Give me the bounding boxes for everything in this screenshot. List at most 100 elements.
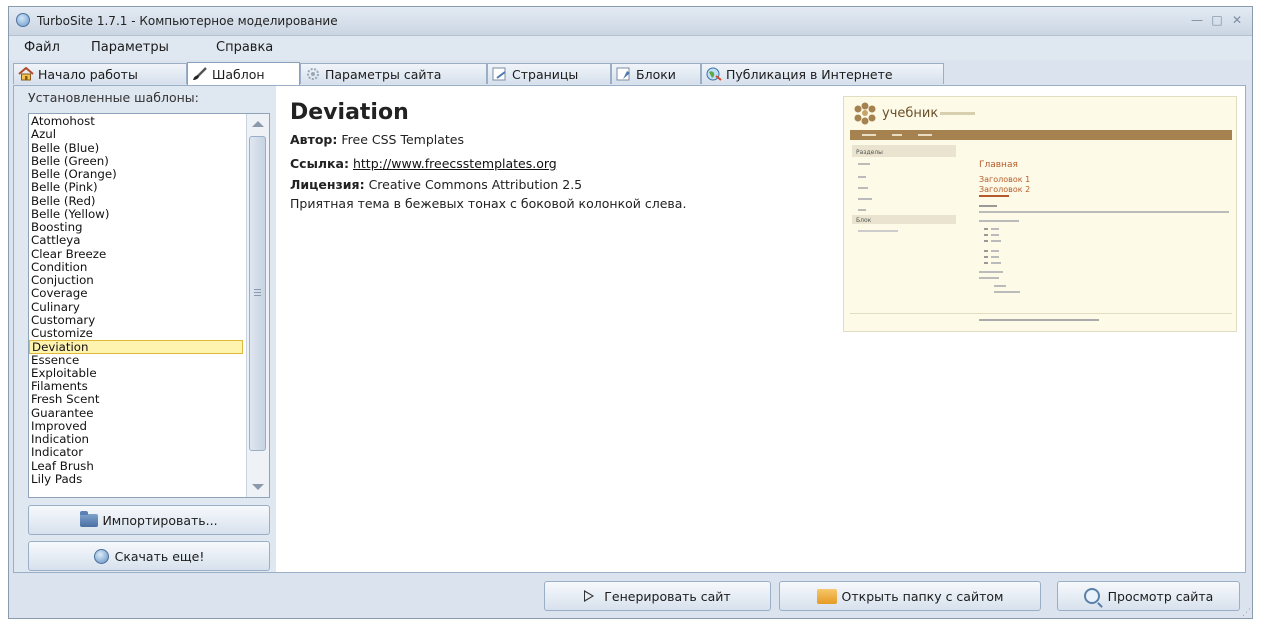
tab-publish[interactable]: Публикация в Интернете [701,63,944,84]
title-bar[interactable]: TurboSite 1.7.1 - Компьютерное моделиров… [9,7,1252,36]
preview-sidebar-heading: Разделы [856,149,883,156]
license-value: Creative Commons Attribution 2.5 [368,177,583,192]
tab-template[interactable]: Шаблон [187,62,300,85]
list-item[interactable]: Customary [29,314,243,327]
window-title: TurboSite 1.7.1 - Компьютерное моделиров… [37,14,338,28]
tab-label: Шаблон [212,66,265,82]
list-item[interactable]: Boosting [29,221,243,234]
list-item[interactable]: Culinary [29,301,243,314]
list-item[interactable]: Customize [29,327,243,340]
author-value: Free CSS Templates [341,132,464,147]
magnifier-icon [1083,588,1100,604]
menu-bar: Файл Параметры Справка [9,36,1252,60]
author-label: Автор: [290,132,338,147]
list-item[interactable]: Exploitable [29,367,243,380]
tab-blocks[interactable]: Блоки [611,63,701,84]
tab-start[interactable]: Начало работы [13,63,187,84]
list-item[interactable]: Improved [29,420,243,433]
scroll-down-arrow-icon[interactable] [252,484,264,490]
menu-file[interactable]: Файл [24,40,60,55]
home-icon [18,66,34,81]
list-scrollbar[interactable] [246,114,269,497]
list-item[interactable]: Belle (Pink) [29,181,243,194]
list-item[interactable]: Condition [29,261,243,274]
view-site-button[interactable]: Просмотр сайта [1057,581,1240,611]
view-site-label: Просмотр сайта [1107,588,1214,604]
maximize-button[interactable]: □ [1210,13,1224,27]
preview-heading-1: Заголовок 1 [979,175,1030,184]
license-label: Лицензия: [290,177,365,192]
gear-icon [305,67,321,81]
blocks-icon [616,67,632,81]
preview-main-heading: Главная [979,160,1018,170]
list-item[interactable]: Azul [29,128,243,141]
list-item[interactable]: Indicator [29,446,243,459]
tab-content: Установленные шаблоны: Atomohost Azul Bell… [13,85,1246,573]
menu-help[interactable]: Справка [216,40,273,55]
app-window: TurboSite 1.7.1 - Компьютерное моделиров… [8,6,1253,619]
templates-list[interactable]: Atomohost Azul Belle (Blue) Belle (Green) Be… [28,113,270,498]
globe-icon [93,548,109,564]
generate-site-button[interactable]: Генерировать сайт [544,581,771,611]
list-item[interactable]: Belle (Red) [29,195,243,208]
tab-label: Публикация в Интернете [726,66,893,82]
scroll-up-arrow-icon[interactable] [252,121,264,127]
resize-grip-icon[interactable]: ⋰ [1242,608,1251,618]
license-row: Лицензия: Creative Commons Attribution 2.… [290,177,582,192]
list-item[interactable]: Lily Pads [29,473,243,486]
template-preview: учебник Разделы Блок Главная Заголовок 1… [843,96,1237,332]
scroll-thumb[interactable] [249,136,266,451]
brush-icon [192,67,208,81]
list-item[interactable]: Leaf Brush [29,460,243,473]
list-item[interactable]: Guarantee [29,407,243,420]
templates-panel: Установленные шаблоны: Atomohost Azul Bell… [14,86,276,572]
template-description: Приятная тема в бежевых тонах с боковой … [290,196,687,211]
list-item[interactable]: Atomohost [29,115,243,128]
list-item[interactable]: Belle (Yellow) [29,208,243,221]
download-label: Скачать еще! [114,548,205,564]
globe-icon [706,67,722,81]
open-site-folder-button[interactable]: Открыть папку с сайтом [779,581,1041,611]
list-item[interactable]: Belle (Green) [29,155,243,168]
open-folder-label: Открыть папку с сайтом [841,588,1004,604]
list-item[interactable]: Cattleya [29,234,243,247]
pages-icon [492,67,508,81]
generate-label: Генерировать сайт [604,588,731,604]
installed-templates-label: Установленные шаблоны: [28,90,199,105]
list-item[interactable]: Coverage [29,287,243,300]
play-icon [584,590,595,602]
list-item[interactable]: Deviation [29,340,243,354]
preview-heading-2: Заголовок 2 [979,185,1030,194]
import-button[interactable]: Импортировать... [28,505,270,535]
tab-label: Начало работы [38,66,138,82]
author-row: Автор: Free CSS Templates [290,132,464,147]
list-item[interactable]: Belle (Orange) [29,168,243,181]
list-item[interactable]: Conjuction [29,274,243,287]
app-icon [16,13,30,27]
list-item[interactable]: Filaments [29,380,243,393]
tab-label: Блоки [636,66,676,82]
template-link[interactable]: http://www.freecsstemplates.org [353,156,557,171]
tab-label: Страницы [512,66,579,82]
list-item[interactable]: Essence [29,354,243,367]
template-title: Deviation [290,100,409,125]
link-label: Ссылка: [290,156,349,171]
tab-label: Параметры сайта [325,66,442,82]
list-item[interactable]: Indication [29,433,243,446]
list-item[interactable]: Clear Breeze [29,248,243,261]
minimize-button[interactable]: — [1190,13,1204,27]
preview-block-heading: Блок [856,217,872,224]
bottom-toolbar: Генерировать сайт Открыть папку с сайтом… [9,573,1252,618]
tab-site-parameters[interactable]: Параметры сайта [300,63,487,84]
download-more-button[interactable]: Скачать еще! [28,541,270,571]
folder-icon [80,510,99,527]
link-row: Ссылка: http://www.freecsstemplates.org [290,156,557,171]
tab-bar: Начало работы Шаблон Параметры сайта Стр… [13,62,1252,85]
menu-parameters[interactable]: Параметры [91,40,169,55]
tab-pages[interactable]: Страницы [487,63,611,84]
list-item[interactable]: Fresh Scent [29,393,243,406]
list-item[interactable]: Belle (Blue) [29,142,243,155]
open-folder-icon [816,588,837,604]
close-button[interactable]: ✕ [1230,13,1244,27]
import-label: Импортировать... [102,512,218,528]
